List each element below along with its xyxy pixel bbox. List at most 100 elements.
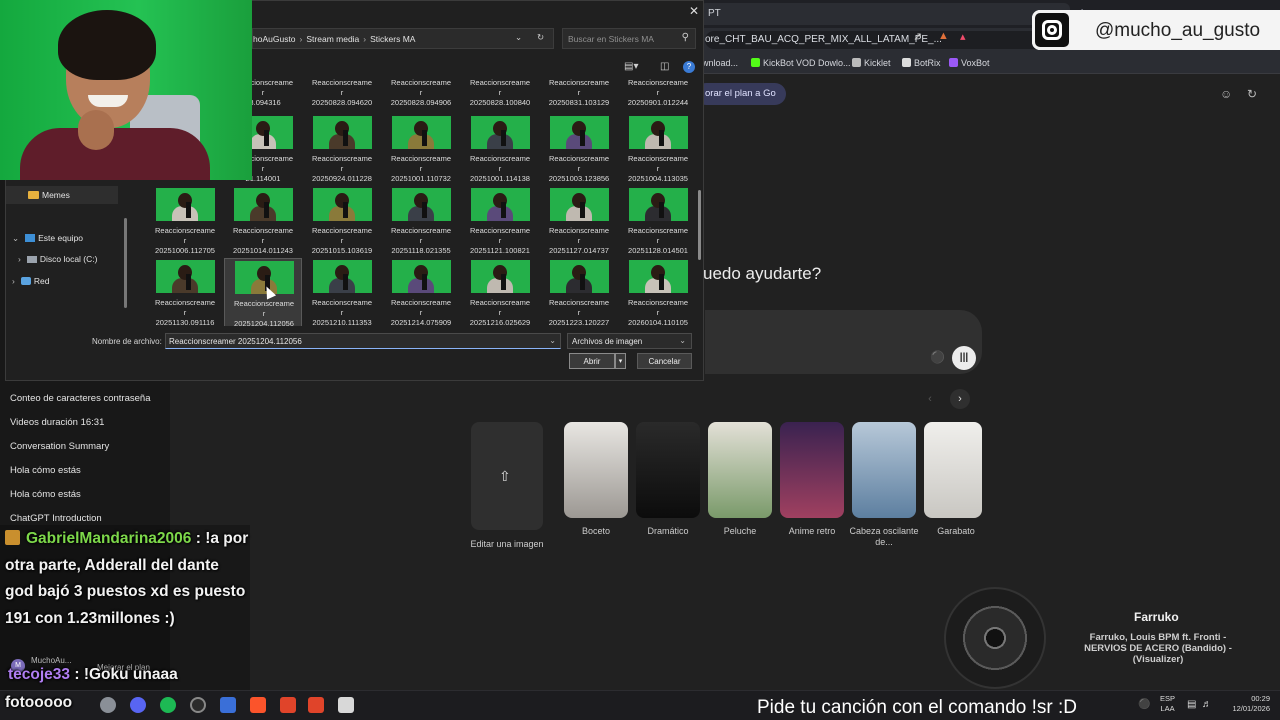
sidebar-chat-item[interactable]: Conteo de caracteres contraseña [10,393,150,404]
temporary-chat-icon[interactable]: ↻ [1247,87,1257,101]
file-item[interactable]: Reaccionscreame r 20251014.011243 [224,186,302,258]
file-item[interactable]: Reaccionscreame r 20251015.103619 [303,186,381,258]
obs-icon[interactable] [190,697,206,713]
nav-item-local-disk[interactable]: › Disco local (C:) [18,254,97,264]
style-card-plush[interactable] [708,422,772,518]
file-thumbnail [471,260,530,293]
file-item[interactable]: Reaccionscreame r 20260104.110105 [619,258,694,326]
file-item[interactable]: Reaccionscreame r 20251006.112705 [146,186,224,258]
view-options-icon[interactable]: ▤▾ [624,61,638,72]
style-card-anime[interactable] [780,422,844,518]
filetype-select[interactable]: Archivos de imagen ⌄ [567,333,692,349]
edit-image-card[interactable]: ⇧ [471,422,543,530]
nav-scrollbar[interactable] [124,218,127,308]
bookmark-item[interactable]: wnload... [702,58,738,68]
file-item[interactable]: Reaccionscreame r 20251214.075909 [382,258,460,326]
chevron-down-icon[interactable]: ⌄ [549,336,556,345]
file-item[interactable]: Reaccionscreame r 20251118.021355 [382,186,460,258]
file-item[interactable]: Reaccionscreame r 20251127.014737 [540,186,618,258]
file-item[interactable]: Reaccionscreame r 20251223.120227 [540,258,618,326]
nav-item-memes[interactable]: Memes [28,190,70,200]
cancel-button[interactable]: Cancelar [637,353,692,369]
open-button[interactable]: Abrir [569,353,615,369]
notepad-icon[interactable] [338,697,354,713]
filename-label: Nombre de archivo: [92,337,162,346]
file-item[interactable]: Reaccionscreame r 20251003.123856 [540,114,618,186]
voice-mode-button[interactable]: ||| [952,346,976,370]
open-options-button[interactable]: ▾ [615,353,626,369]
network-icon[interactable]: ▤ [1187,699,1196,710]
style-card-sketch[interactable] [564,422,628,518]
file-item[interactable]: Reaccionscreame r 20251128.014501 [619,186,694,258]
sidebar-chat-item[interactable]: Hola cómo estás [10,465,81,476]
chevron-down-icon[interactable]: ⌄ [515,32,522,43]
file-item[interactable]: Reaccionscreame r 20250924.011228 [303,114,381,186]
file-item[interactable]: Reaccionscreame r 20251004.113035 [619,114,694,186]
nav-label: Este equipo [38,233,84,243]
chevron-right-icon[interactable]: › [18,254,21,264]
sidebar-chat-item[interactable]: Videos duración 16:31 [10,417,104,428]
nav-item-this-pc[interactable]: ⌄ Este equipo [12,233,83,244]
app-icon[interactable] [100,697,116,713]
microphone-icon[interactable]: ⚫ [1138,699,1150,710]
chevron-down-icon[interactable]: ⌄ [12,233,19,243]
file-item[interactable]: Reaccionscreame r 20251121.100821 [461,186,539,258]
chevron-right-icon[interactable]: › [12,276,15,286]
search-input[interactable]: Buscar en Stickers MA ⚲ [562,28,696,49]
carousel-next-icon[interactable]: › [950,389,970,409]
spotify-icon[interactable] [160,697,176,713]
file-item[interactable]: Reaccionscreame r 20251001.114138 [461,114,539,186]
system-clock[interactable]: 00:29 12/01/2026 [1226,694,1270,714]
file-item[interactable]: Reaccionscreame r 20251001.110732 [382,114,460,186]
discord-icon[interactable] [130,697,146,713]
refresh-icon[interactable]: ↻ [537,32,544,43]
breadcrumb-item[interactable]: Stickers MA [370,34,415,44]
microphone-icon[interactable]: ⚫ [930,350,945,364]
bookmark-item[interactable]: VoxBot [949,58,990,68]
sidebar-chat-item[interactable]: Conversation Summary [10,441,109,452]
add-user-icon[interactable]: ☺ [1220,87,1232,101]
nav-item-network[interactable]: › Red [12,276,49,286]
sidebar-chat-item[interactable]: Hola cómo estás [10,489,81,500]
style-card-bobblehead[interactable] [852,422,916,518]
brave-icon[interactable] [280,697,296,713]
brave-icon[interactable] [250,697,266,713]
style-card-doodle[interactable] [924,422,982,518]
style-card-dramatic[interactable] [636,422,700,518]
file-name: Reaccionscreame r 20251127.014737 [548,226,610,255]
close-icon[interactable]: ✕ [689,4,699,18]
brave-rewards-icon[interactable]: ▴ [960,30,966,43]
bookmark-item[interactable]: KickBot VOD Dowlo... [751,58,851,68]
prompt-input[interactable] [705,310,982,374]
file-thumbnail [313,260,372,293]
upgrade-plan-button[interactable]: orar el plan a Go [695,83,786,105]
bookmark-item[interactable]: Kicklet [852,58,891,68]
browser-tab[interactable]: PT × [700,3,1070,25]
file-item[interactable]: Reaccionscreame r 20251130.091116 [146,258,224,326]
preview-pane-icon[interactable]: ◫ [660,61,669,72]
file-thumbnail [156,260,215,293]
carousel-prev-icon[interactable]: ‹ [920,389,940,409]
file-name: Reaccionscreame r 20251216.025629 [469,298,531,326]
file-name: Reaccionscreame r 20251001.110732 [390,154,452,183]
brave-shield-icon[interactable]: ▲ [938,30,949,42]
language-indicator[interactable]: ESP LAA [1160,694,1175,714]
filename-input[interactable]: Reaccionscreamer 20251204.112056 ⌄ [165,333,561,349]
volume-icon[interactable]: ♬ [1202,699,1212,710]
breadcrumb-item[interactable]: hoAuGusto [253,34,296,44]
breadcrumb-item[interactable]: Stream media [306,34,359,44]
file-thumbnail [471,116,530,149]
sidebar-chat-item[interactable]: ChatGPT Introduction [10,513,102,524]
file-scrollbar[interactable] [698,190,701,260]
file-item[interactable]: Reaccionscreame r 20251210.111353 [303,258,381,326]
app-icon[interactable] [220,697,236,713]
file-thumbnail [392,116,451,149]
bookmark-item[interactable]: BotRix [902,58,941,68]
breadcrumb[interactable]: hoAuGusto › Stream media › Stickers MA ⌄ ↻ [252,28,554,49]
user-name[interactable]: MuchoAu... [31,656,71,665]
file-item[interactable]: Reaccionscreame r 20251216.025629 [461,258,539,326]
file-thumbnail [313,188,372,221]
share-icon[interactable]: ↗ [913,30,922,43]
brave-icon[interactable] [308,697,324,713]
help-icon[interactable]: ? [683,61,695,73]
